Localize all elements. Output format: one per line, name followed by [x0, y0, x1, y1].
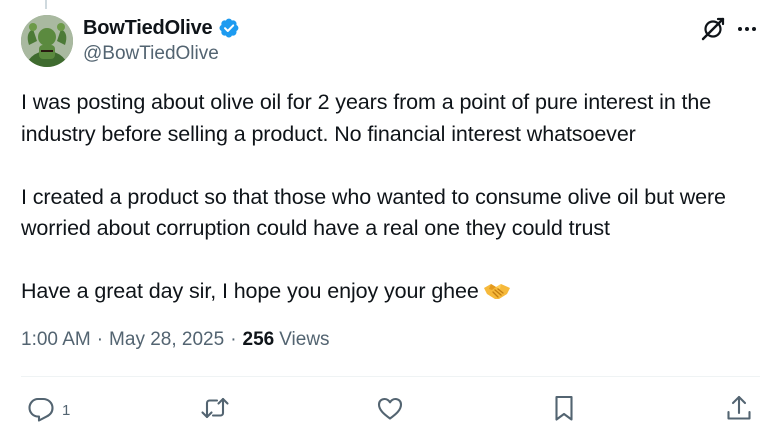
bookmark-button[interactable]	[549, 393, 585, 423]
tweet-date[interactable]: May 28, 2025	[109, 329, 224, 351]
author-display-name[interactable]: BowTiedOlive	[83, 17, 213, 40]
heart-icon	[375, 393, 405, 423]
tweet-text: I was posting about olive oil for 2 year…	[21, 87, 761, 312]
actions-divider	[21, 376, 760, 377]
tweet-time[interactable]: 1:00 AM	[21, 329, 91, 351]
retweet-button[interactable]	[200, 393, 236, 423]
tweet-paragraph-3: Have a great day sir, I hope you enjoy y…	[21, 276, 761, 312]
views-count: 256	[242, 329, 275, 350]
thread-connector-line	[45, 0, 47, 9]
meta-separator: ·	[230, 329, 237, 350]
tweet-meta: 1:00 AM · May 28, 2025 · 256 Views	[21, 329, 330, 351]
share-button[interactable]	[724, 393, 754, 423]
share-icon	[724, 393, 754, 423]
tweet-paragraph-3-text: Have a great day sir, I hope you enjoy y…	[21, 279, 479, 303]
handshake-emoji-icon	[483, 280, 511, 312]
tweet-paragraph-2: I created a product so that those who wa…	[21, 184, 726, 241]
tweet-actions-bar: 1	[0, 393, 780, 423]
avatar-image	[21, 15, 73, 67]
views-label: Views	[279, 329, 330, 350]
verified-badge-icon[interactable]	[218, 17, 240, 39]
like-button[interactable]	[375, 393, 411, 423]
grok-icon[interactable]	[700, 16, 726, 42]
avatar[interactable]	[21, 15, 73, 67]
author-name-row[interactable]: BowTiedOlive	[83, 16, 240, 40]
author-handle[interactable]: @BowTiedOlive	[83, 43, 219, 65]
retweet-icon	[200, 393, 230, 423]
reply-icon	[26, 393, 56, 423]
reply-count: 1	[62, 401, 71, 419]
reply-button[interactable]: 1	[26, 393, 70, 423]
meta-separator: ·	[96, 329, 104, 350]
more-icon[interactable]	[734, 16, 760, 42]
tweet-paragraph-1: I was posting about olive oil for 2 year…	[21, 90, 712, 146]
bookmark-icon	[549, 393, 579, 423]
